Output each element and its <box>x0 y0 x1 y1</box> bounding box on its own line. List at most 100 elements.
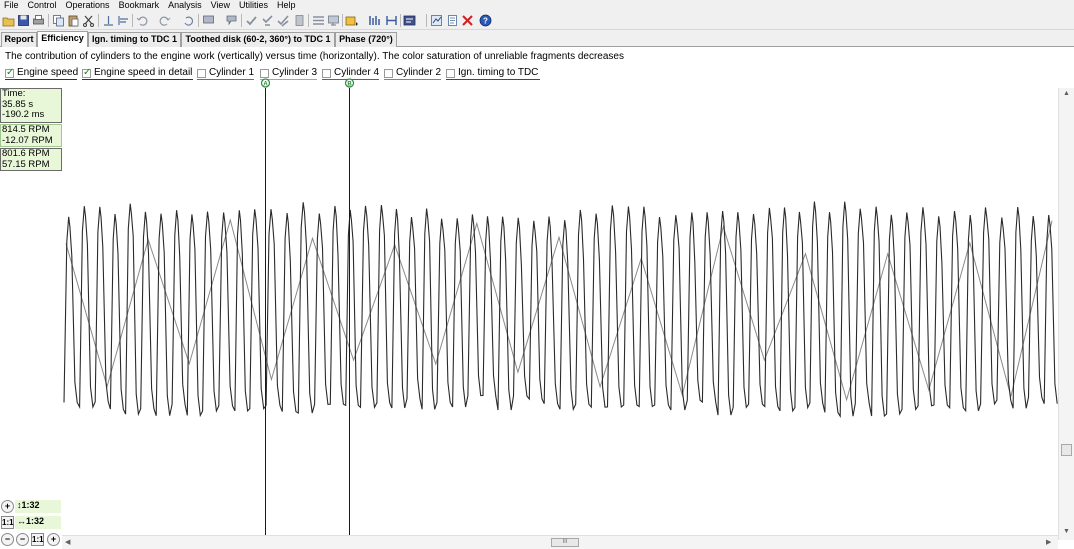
tab-efficiency[interactable]: Efficiency <box>37 31 88 48</box>
time-title: Time: <box>2 88 26 99</box>
copy-icon[interactable] <box>52 14 65 27</box>
open-icon[interactable] <box>2 14 15 27</box>
vertical-scrollbar[interactable]: ▲ ▼ <box>1058 88 1074 540</box>
menu-bookmark[interactable]: Bookmark <box>115 0 165 11</box>
legend-line <box>197 79 254 80</box>
grid-icon[interactable] <box>312 14 325 27</box>
time-value-b: -190.2 ms <box>2 109 45 120</box>
plot-area[interactable]: A B <box>62 78 1058 535</box>
menu-analysis[interactable]: Analysis <box>164 0 207 11</box>
svg-text:?: ? <box>483 17 488 26</box>
horizontal-scroll-thumb[interactable]: III <box>551 538 579 547</box>
zoom-in-vertical-button[interactable]: + <box>1 500 14 513</box>
legend-checkbox[interactable]: ✓ <box>5 67 15 78</box>
rpm-readout-2: 801.6 RPM 57.15 RPM <box>0 148 62 171</box>
zoom-horizontal-label: ↔1:32 <box>15 516 61 529</box>
toolbar-separator <box>198 14 199 27</box>
zoom-out-button[interactable]: − <box>16 533 29 546</box>
legend-checkbox[interactable] <box>197 69 206 78</box>
legend-checkbox[interactable] <box>322 69 331 78</box>
menu-view[interactable]: View <box>207 0 235 11</box>
legend-cylinder-3[interactable]: Cylinder 3 <box>260 67 317 80</box>
cursor-b-marker[interactable]: B <box>344 78 355 88</box>
help-icon[interactable]: ? <box>479 14 492 27</box>
toolbar-separator <box>98 14 99 27</box>
legend-line <box>384 79 441 80</box>
check-icon[interactable] <box>245 14 258 27</box>
vertical-scroll-thumb[interactable] <box>1061 444 1072 456</box>
tab-toothed-disk[interactable]: Toothed disk (60-2, 360°) to TDC 1 <box>181 32 335 47</box>
chat-icon[interactable] <box>202 14 215 27</box>
check-down-icon[interactable] <box>261 14 274 27</box>
rotate-icon[interactable] <box>182 14 195 27</box>
horizontal-scrollbar[interactable]: ◀ III ▶ <box>62 535 1058 549</box>
rpm2-value-a: 801.6 RPM <box>2 148 50 159</box>
flag-icon[interactable] <box>225 14 238 27</box>
toolbar-separator <box>342 14 343 27</box>
redo-icon[interactable] <box>158 14 171 27</box>
menu-file[interactable]: File <box>0 0 24 11</box>
check-icon: ✓ <box>6 67 15 78</box>
legend-cylinder-1[interactable]: Cylinder 1 <box>197 67 254 80</box>
view-mode-icon[interactable] <box>403 14 416 27</box>
legend-line <box>82 79 193 80</box>
legend-cylinder-2[interactable]: Cylinder 2 <box>384 67 441 80</box>
chart-description: The contribution of cylinders to the eng… <box>5 51 624 62</box>
check-all-icon[interactable] <box>277 14 290 27</box>
align-bottom-icon[interactable] <box>102 14 115 27</box>
menu-control[interactable]: Control <box>24 0 62 11</box>
legend-checkbox[interactable] <box>446 69 455 78</box>
toolbar-separator <box>426 14 427 27</box>
close-red-icon[interactable] <box>461 14 474 27</box>
legend-cylinder-4[interactable]: Cylinder 4 <box>322 67 379 80</box>
bars-icon[interactable] <box>368 14 381 27</box>
screen-icon[interactable] <box>327 14 340 27</box>
undo-icon[interactable] <box>136 14 149 27</box>
legend-engine-speed-detail[interactable]: ✓ Engine speed in detail <box>82 67 193 80</box>
time-readout: Time: 35.85 s -190.2 ms <box>0 88 62 123</box>
legend-checkbox[interactable] <box>384 69 393 78</box>
zoom-out-horizontal-button[interactable]: − <box>1 533 14 546</box>
align-left-icon[interactable] <box>117 14 130 27</box>
zoom-in-horizontal-button[interactable]: + <box>47 533 60 546</box>
one-to-one-horizontal-button[interactable]: 1:1 <box>31 533 44 546</box>
rpm1-value-b: -12.07 RPM <box>2 134 53 146</box>
legend-checkbox[interactable] <box>260 69 269 78</box>
legend-ign-timing[interactable]: Ign. timing to TDC <box>446 67 540 80</box>
legend-engine-speed[interactable]: ✓ Engine speed <box>5 67 78 80</box>
cursor-a-marker[interactable]: A <box>260 78 271 88</box>
toolbar-separator <box>48 14 49 27</box>
toolbar: ? <box>0 11 1074 30</box>
paste-icon[interactable] <box>67 14 80 27</box>
toolbar-separator <box>400 14 401 27</box>
document-icon[interactable] <box>446 14 459 27</box>
one-to-one-vertical-button[interactable]: 1:1 <box>1 516 14 529</box>
legend-checkbox[interactable]: ✓ <box>82 67 92 78</box>
scroll-left-icon[interactable]: ◀ <box>65 538 70 546</box>
marker-icon[interactable] <box>385 14 398 27</box>
chart-icon[interactable] <box>430 14 443 27</box>
zoom-vertical-label: ↕1:32 <box>15 500 61 513</box>
rpm1-value-a: 814.5 RPM <box>2 124 50 135</box>
cut-icon[interactable] <box>82 14 95 27</box>
scroll-right-icon[interactable]: ▶ <box>1046 538 1051 546</box>
rpm2-value-b: 57.15 RPM <box>2 158 50 170</box>
efficiency-panel: The contribution of cylinders to the eng… <box>0 47 1074 549</box>
waveform-chart[interactable]: A B <box>62 78 1058 535</box>
scroll-up-icon[interactable]: ▲ <box>1063 90 1070 97</box>
tab-phase[interactable]: Phase (720°) <box>335 32 397 47</box>
menu-help[interactable]: Help <box>273 0 301 11</box>
sync-icon[interactable] <box>345 14 358 27</box>
tab-ign-timing[interactable]: Ign. timing to TDC 1 <box>88 32 181 47</box>
engine-speed-detail-line <box>63 201 1058 419</box>
save-icon[interactable] <box>17 14 30 27</box>
page-icon[interactable] <box>293 14 306 27</box>
tab-report[interactable]: Report <box>1 32 37 47</box>
check-icon: ✓ <box>83 67 92 78</box>
menu-utilities[interactable]: Utilities <box>235 0 273 11</box>
scroll-down-icon[interactable]: ▼ <box>1063 528 1070 535</box>
horizontal-zoom-icon: ↔ <box>17 516 26 526</box>
print-icon[interactable] <box>32 14 45 27</box>
menu-operations[interactable]: Operations <box>62 0 115 11</box>
menu-bar: File Control Operations Bookmark Analysi… <box>0 0 1074 11</box>
